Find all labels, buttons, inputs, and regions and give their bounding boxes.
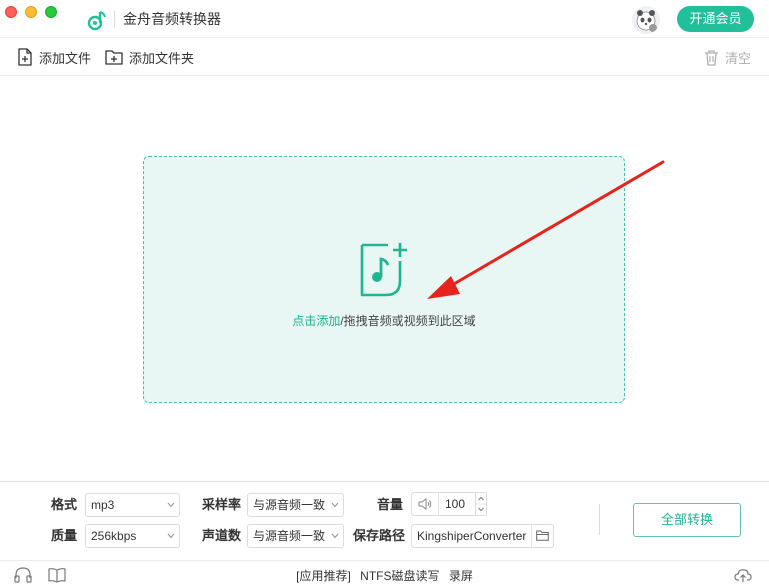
channels-select[interactable]: 与源音频一致 bbox=[247, 524, 344, 548]
add-file-label: 添加文件 bbox=[39, 50, 92, 66]
toolbar: 添加文件 添加文件夹 清空 bbox=[0, 38, 769, 76]
volume-separator bbox=[438, 493, 439, 515]
file-drop-zone[interactable]: 点击添加/拖拽音频或视频到此区域 bbox=[143, 156, 625, 403]
drop-hint-text: /拖拽音频或视频到此区域 bbox=[340, 314, 476, 328]
maximize-window-button[interactable] bbox=[45, 6, 57, 18]
app-title: 金舟音频转换器 bbox=[123, 11, 221, 27]
quality-label: 质量 bbox=[51, 528, 78, 543]
minimize-window-button[interactable] bbox=[25, 6, 37, 18]
path-separator bbox=[531, 525, 532, 547]
add-folder-icon bbox=[105, 50, 123, 65]
chevron-down-icon bbox=[167, 533, 175, 539]
app-logo-icon bbox=[87, 11, 106, 31]
title-bar: 金舟音频转换器 开通会员 bbox=[0, 0, 769, 38]
format-select[interactable]: mp3 bbox=[85, 493, 180, 517]
sample-rate-label: 采样率 bbox=[202, 497, 242, 512]
channels-value: 与源音频一致 bbox=[253, 529, 326, 543]
footer-bar: [应用推荐] NTFS磁盘读写 录屏 bbox=[0, 560, 769, 587]
quality-select[interactable]: 256kbps bbox=[85, 524, 180, 548]
title-divider bbox=[114, 11, 115, 28]
click-add-link[interactable]: 点击添加 bbox=[292, 314, 340, 328]
vip-button[interactable]: 开通会员 bbox=[677, 6, 754, 32]
chevron-down-icon bbox=[331, 502, 339, 508]
clear-button[interactable]: 清空 bbox=[704, 48, 751, 66]
music-file-plus-icon bbox=[360, 243, 407, 297]
screen-record-link[interactable]: 录屏 bbox=[449, 569, 473, 583]
clear-label: 清空 bbox=[725, 50, 752, 66]
save-path-value: KingshiperConverter bbox=[417, 529, 527, 543]
save-path-label: 保存路径 bbox=[353, 528, 406, 543]
add-file-icon bbox=[18, 48, 32, 66]
format-label: 格式 bbox=[51, 497, 78, 512]
settings-divider bbox=[599, 504, 600, 535]
quality-value: 256kbps bbox=[91, 529, 137, 543]
add-file-button[interactable]: 添加文件 bbox=[17, 48, 91, 66]
volume-label: 音量 bbox=[377, 497, 404, 512]
volume-value: 100 bbox=[445, 497, 466, 511]
avatar-icon bbox=[632, 6, 660, 34]
volume-icon bbox=[418, 498, 432, 510]
app-recommend-link[interactable]: [应用推荐] bbox=[296, 569, 351, 583]
folder-icon[interactable] bbox=[536, 530, 549, 541]
trash-icon bbox=[705, 49, 718, 66]
volume-stepper[interactable] bbox=[475, 492, 487, 516]
sample-rate-select[interactable]: 与源音频一致 bbox=[247, 493, 344, 517]
user-avatar[interactable] bbox=[632, 6, 660, 34]
footer-links: [应用推荐] NTFS磁盘读写 录屏 bbox=[0, 567, 769, 584]
channels-label: 声道数 bbox=[202, 528, 242, 543]
add-folder-button[interactable]: 添加文件夹 bbox=[105, 48, 194, 66]
convert-all-button[interactable]: 全部转换 bbox=[633, 503, 741, 537]
format-value: mp3 bbox=[91, 498, 115, 512]
add-folder-label: 添加文件夹 bbox=[129, 50, 195, 66]
save-path-field[interactable]: KingshiperConverter bbox=[411, 524, 554, 548]
cloud-upload-icon[interactable] bbox=[734, 567, 752, 583]
sample-rate-value: 与源音频一致 bbox=[253, 498, 326, 512]
chevron-down-icon bbox=[331, 533, 339, 539]
ntfs-link[interactable]: NTFS磁盘读写 bbox=[360, 569, 439, 583]
chevron-down-icon bbox=[167, 502, 175, 508]
close-window-button[interactable] bbox=[5, 6, 17, 18]
drop-hint: 点击添加/拖拽音频或视频到此区域 bbox=[144, 312, 624, 329]
